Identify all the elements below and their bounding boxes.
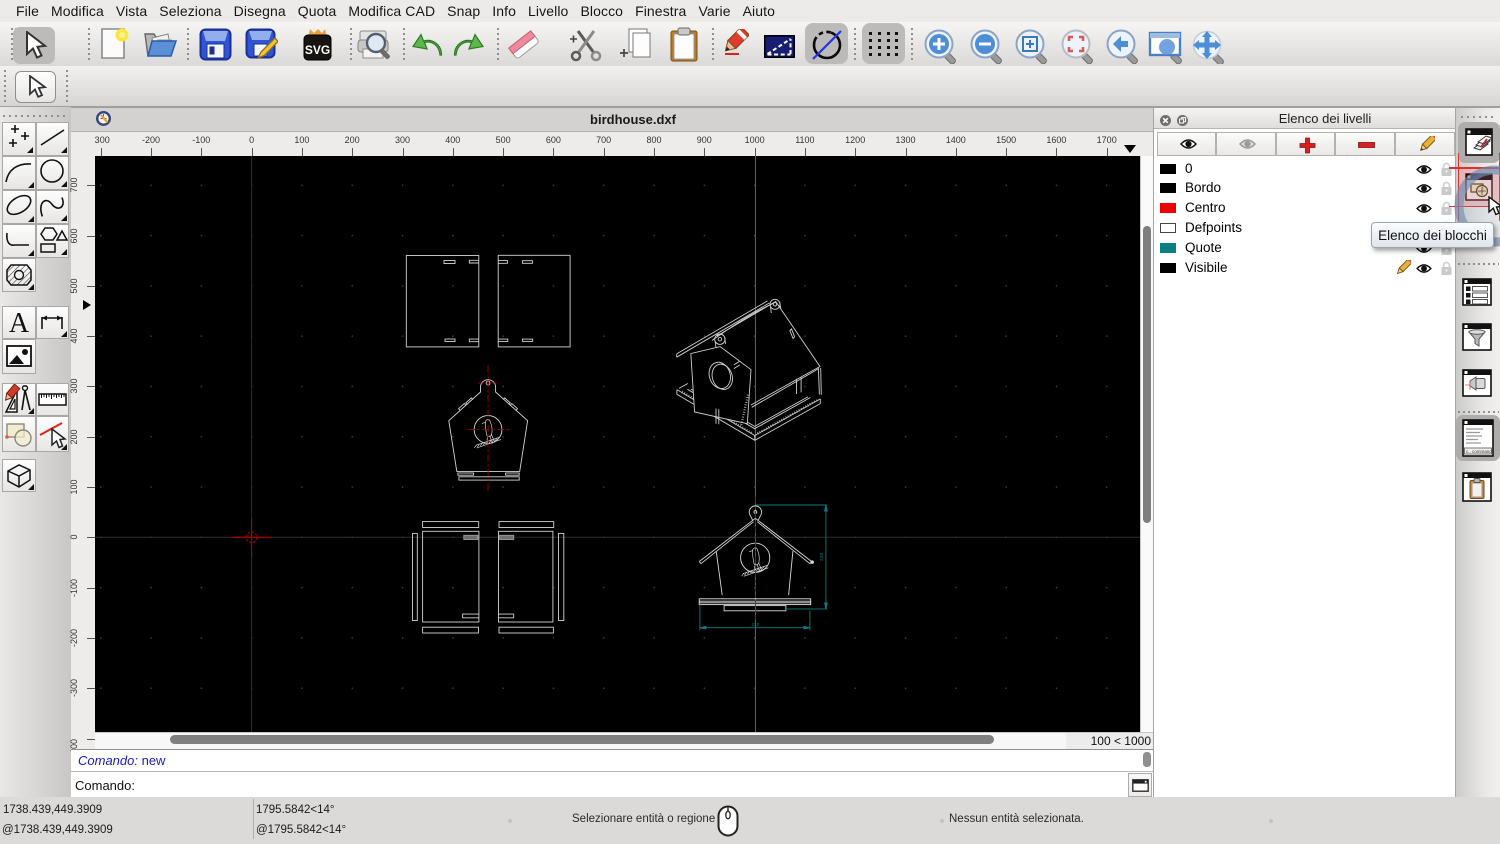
svg-text:c.. command: c.. command (1466, 449, 1492, 454)
svg-text:228: 228 (819, 553, 825, 561)
svg-text:A: A (9, 308, 30, 338)
svg-text:220: 220 (751, 622, 759, 628)
svg-text:SVG: SVG (305, 43, 330, 57)
